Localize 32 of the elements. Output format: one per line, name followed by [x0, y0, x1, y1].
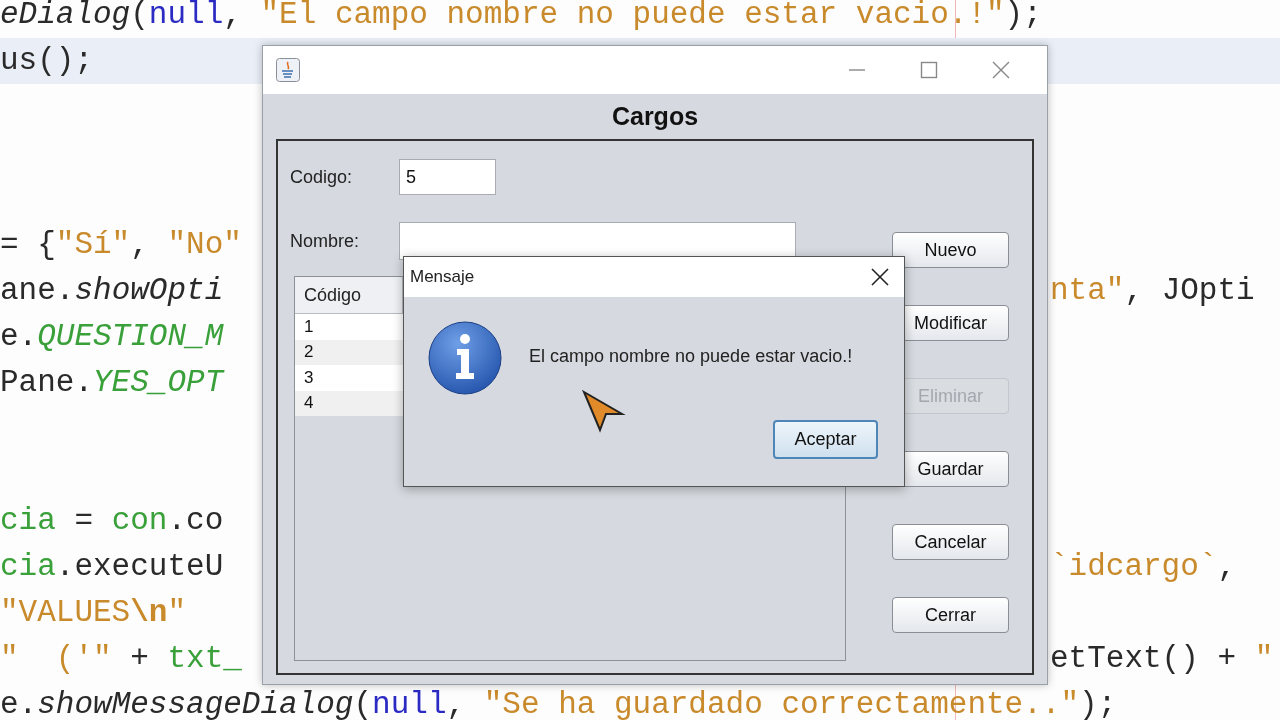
code-line: eDialog(null, "El campo nombre no puede estar vacio.!");: [0, 1, 1042, 29]
minimize-icon: [848, 69, 866, 71]
dialog-title: Mensaje: [410, 267, 475, 287]
code-line: ane.showOpti: [0, 277, 224, 305]
form-heading: Cargos: [610, 101, 700, 132]
action-button[interactable]: Cancelar: [892, 524, 1009, 560]
app-icon: [276, 58, 300, 82]
action-button[interactable]: Cerrar: [892, 597, 1009, 633]
code-line: nta", JOpti: [1050, 277, 1255, 305]
action-button[interactable]: Nuevo: [892, 232, 1009, 268]
code-line: etText() + ": [1050, 645, 1274, 673]
maximize-icon: [920, 61, 938, 79]
code-line: " ('" + txt_: [0, 645, 242, 673]
cursor-icon: [580, 388, 626, 434]
input-field[interactable]: 5: [399, 159, 496, 195]
accept-button[interactable]: Aceptar: [773, 420, 878, 459]
dialog-message: El campo nombre no puede estar vacio.!: [529, 345, 854, 368]
field-label: Nombre:: [290, 230, 361, 252]
close-icon: [871, 268, 889, 286]
info-icon: [428, 321, 502, 395]
code-line: "VALUES\n": [0, 599, 187, 627]
code-line: e.QUESTION_M: [0, 323, 224, 351]
code-line: Pane.YES_OPT: [0, 369, 224, 397]
code-line: cia.executeU: [0, 553, 224, 581]
input-field[interactable]: [399, 222, 796, 260]
code-line: cia = con.co: [0, 507, 224, 535]
code-line: us();: [0, 47, 93, 75]
close-icon: [992, 61, 1010, 79]
field-label: Codigo:: [290, 166, 354, 188]
code-line: e.showMessageDialog(null, "Se ha guardado correctamente..");: [0, 691, 1117, 719]
code-line: = {"Sí", "No": [0, 231, 242, 259]
code-line: `idcargo`,: [1050, 553, 1237, 581]
